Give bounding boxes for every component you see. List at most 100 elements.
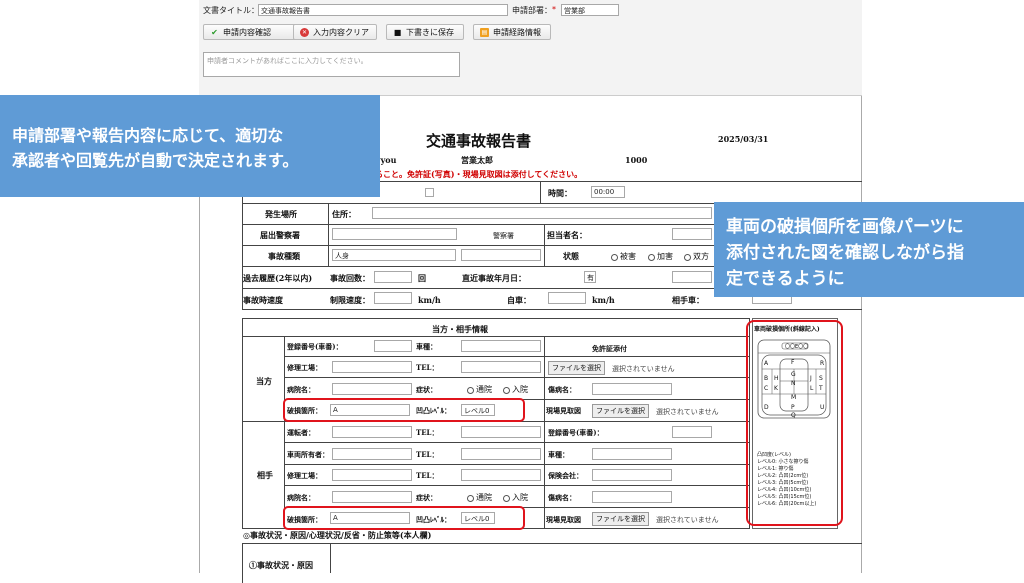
other-reg-input[interactable]: [672, 426, 712, 438]
other-disease-input[interactable]: [592, 491, 672, 503]
license-file-status: 選択されていません: [612, 365, 675, 373]
other-tel-input-2[interactable]: [461, 448, 541, 460]
own-disease-label: 傷病名：: [548, 385, 576, 394]
own-sketch-file-button[interactable]: ファイルを選択: [592, 404, 649, 418]
own-reg-input[interactable]: [374, 340, 412, 352]
floppy-icon: ■: [393, 27, 402, 37]
other-owner-label: 車両所有者：: [287, 450, 329, 459]
address-input[interactable]: [372, 207, 712, 219]
other-driver-input[interactable]: [332, 426, 412, 438]
status-option-both[interactable]: 双方: [684, 251, 709, 262]
date-picker-button[interactable]: [425, 188, 434, 197]
limit-input[interactable]: [374, 292, 412, 304]
other-disease-label: 傷病名：: [548, 493, 576, 502]
other-car-type-input[interactable]: [592, 448, 672, 460]
recent-select[interactable]: 有: [584, 271, 596, 283]
own-car-input[interactable]: [548, 292, 586, 304]
own-tel-input[interactable]: [461, 361, 541, 373]
situation-heading: ◎事故状況・原因/心理状況/反省・防止策等(本人欄): [243, 530, 432, 540]
dept-input[interactable]: 営業部: [561, 4, 619, 16]
type-select[interactable]: 人身: [332, 249, 456, 261]
status-option-offender[interactable]: 加害: [648, 251, 673, 262]
license-header: 免許証添付: [592, 344, 627, 353]
confirm-button-label: 申請内容確認: [223, 27, 271, 37]
other-insurer-input[interactable]: [592, 469, 672, 481]
own-sketch-label: 現場見取図: [546, 406, 581, 415]
approval-callout: 申請部署や報告内容に応じて、適切な 承認者や回覧先が自動で決定されます。: [0, 95, 380, 197]
license-file-button[interactable]: ファイルを選択: [548, 361, 605, 375]
route-icon: ▤: [480, 27, 489, 37]
report-title: 交通事故報告書: [426, 132, 532, 150]
clear-icon: ✕: [300, 27, 309, 37]
count-input[interactable]: [374, 271, 412, 283]
other-sketch-label: 現場見取図: [546, 515, 581, 524]
own-hospital-input[interactable]: [332, 383, 412, 395]
own-admit-radio[interactable]: 入院: [503, 384, 528, 395]
doc-title-label: 文書タイトル：: [203, 6, 259, 15]
other-tel-input[interactable]: [461, 426, 541, 438]
clear-button[interactable]: ✕ 入力内容クリア: [293, 24, 377, 40]
other-insurer-label: 保険会社：: [548, 471, 583, 480]
vehicle-diagram-highlight: [746, 320, 843, 526]
other-car-type-label: 車種：: [548, 450, 569, 459]
police-label: 届出警察署: [260, 230, 300, 240]
own-visit-radio[interactable]: 通院: [467, 384, 492, 395]
person-input[interactable]: [672, 228, 712, 240]
person-label: 担当者名：: [547, 230, 587, 240]
attachment-notice: ること。免許証(写真)・現場見取図は添付してください。: [375, 169, 583, 179]
own-reg-label: 登録番号(車番)：: [287, 342, 343, 351]
time-label: 時間：: [548, 188, 572, 198]
save-draft-button[interactable]: ■ 下書きに保存: [386, 24, 464, 40]
other-reg-label: 登録番号(車番)：: [548, 428, 604, 437]
own-symptom-label: 症状：: [416, 385, 437, 394]
route-info-button-label: 申請経路情報: [493, 27, 541, 37]
other-repair-input[interactable]: [332, 469, 412, 481]
other-sketch-file-status: 選択されていません: [656, 516, 719, 524]
own-damage-highlight: [283, 398, 525, 422]
history-label: 過去履歴(2年以内): [243, 273, 313, 283]
diagram-callout-line-1: 車両の破損個所を画像パーツに: [726, 217, 964, 237]
cause-label: ①事故状況・原因: [249, 560, 313, 570]
other-party-label: 相手: [257, 470, 273, 480]
recent-label: 直近事故年月日：: [462, 273, 526, 283]
address-label: 住所：: [332, 209, 356, 219]
other-hospital-input[interactable]: [332, 491, 412, 503]
speed-label: 事故時速度: [243, 295, 283, 305]
other-hospital-label: 病院名：: [287, 493, 315, 502]
type-label: 事故種類: [268, 251, 300, 261]
count-label: 事故回数：: [330, 273, 370, 283]
diagram-callout-line-3: 定できるように: [726, 269, 845, 289]
other-owner-input[interactable]: [332, 448, 412, 460]
own-repair-label: 修理工場：: [287, 363, 322, 372]
other-tel-label-3: TEL：: [416, 471, 439, 480]
other-driver-label: 運転者：: [287, 428, 315, 437]
own-disease-input[interactable]: [592, 383, 672, 395]
comment-textarea[interactable]: 申請者コメントがあればここに入力してください。: [203, 52, 460, 77]
own-hospital-label: 病院名：: [287, 385, 315, 394]
page: 文書タイトル： 交通事故報告書 申請部署： * 営業部 ✔ 申請内容確認 ✕ 入…: [0, 0, 1024, 583]
status-option-victim[interactable]: 被害: [611, 251, 636, 262]
check-icon: ✔: [211, 27, 218, 37]
police-input[interactable]: [332, 228, 457, 240]
other-tel-label: TEL：: [416, 428, 439, 437]
clear-button-label: 入力内容クリア: [313, 27, 369, 37]
recent-date-input[interactable]: [672, 271, 712, 283]
status-label: 状態: [563, 251, 579, 261]
own-repair-input[interactable]: [332, 361, 412, 373]
other-repair-label: 修理工場：: [287, 471, 322, 480]
other-visit-radio[interactable]: 通院: [467, 492, 492, 503]
time-input[interactable]: 00:00: [591, 186, 625, 198]
type-extra-input[interactable]: [461, 249, 541, 261]
other-damage-highlight: [283, 506, 525, 530]
other-tel-input-3[interactable]: [461, 469, 541, 481]
doc-title-input[interactable]: 交通事故報告書: [258, 4, 508, 16]
other-admit-radio[interactable]: 入院: [503, 492, 528, 503]
dept-label: 申請部署：: [512, 6, 552, 15]
approval-callout-line-2: 承認者や回覧先が自動で決定されます。: [12, 151, 299, 170]
time-hours: 00: [594, 188, 603, 196]
other-sketch-file-button[interactable]: ファイルを選択: [592, 512, 649, 526]
report-date: 2025/03/31: [718, 134, 769, 144]
approval-callout-line-1: 申請部署や報告内容に応じて、適切な: [12, 126, 284, 145]
own-car-type-input[interactable]: [461, 340, 541, 352]
route-info-button[interactable]: ▤ 申請経路情報: [473, 24, 551, 40]
